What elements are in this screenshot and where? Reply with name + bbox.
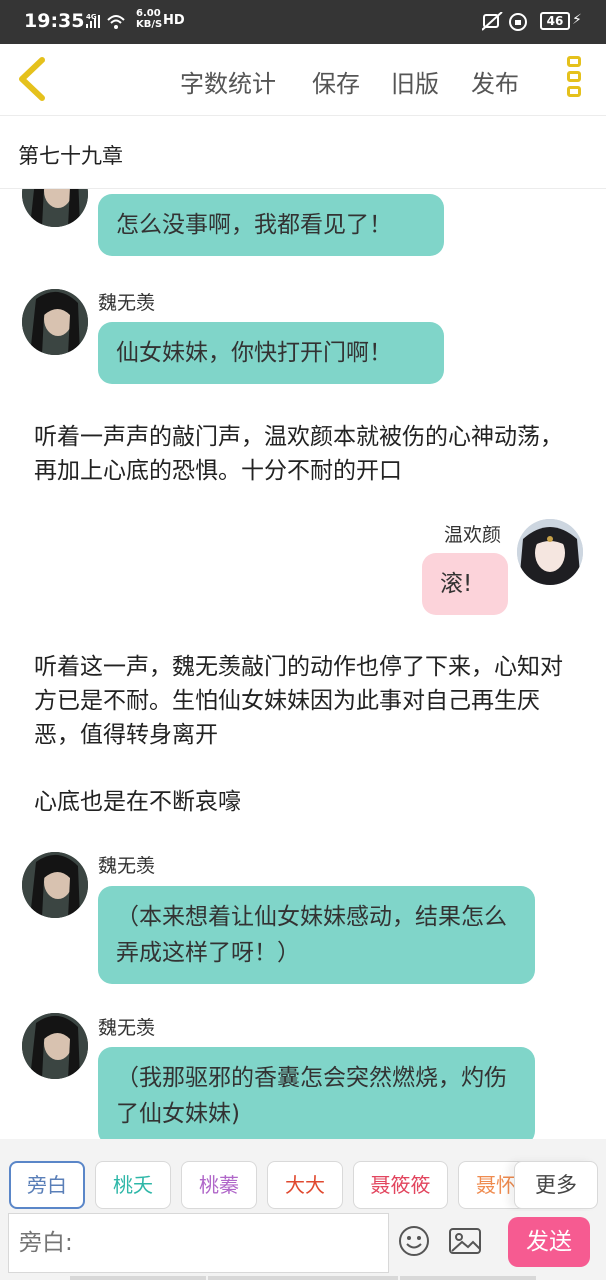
- publish-button[interactable]: 发布: [471, 64, 519, 99]
- editor-toolbar: 字数统计 保存 旧版 发布: [0, 44, 606, 116]
- emoji-icon[interactable]: [398, 1225, 430, 1257]
- speed-value: 6.00: [136, 8, 161, 19]
- save-button[interactable]: 保存: [312, 64, 360, 99]
- status-icons: [481, 11, 538, 36]
- input-bar: 发送: [0, 1211, 606, 1280]
- message-bubble[interactable]: （我那驱邪的香囊怎会突然燃烧，灼伤了仙女妹妹): [98, 1047, 535, 1139]
- keyboard-handle: [208, 1276, 398, 1280]
- role-tag[interactable]: 桃夭: [95, 1161, 171, 1209]
- chapter-header: 第七十九章: [0, 116, 606, 189]
- old-version-button[interactable]: 旧版: [391, 64, 439, 99]
- message-input[interactable]: [8, 1213, 389, 1273]
- avatar-male[interactable]: [22, 852, 88, 918]
- role-tag[interactable]: 大大: [267, 1161, 343, 1209]
- charging-icon: ⚡: [572, 12, 582, 28]
- role-tag[interactable]: 聂筱筱: [353, 1161, 448, 1209]
- speaker-name: 魏无羡: [98, 1017, 156, 1039]
- keyboard-handle: [400, 1276, 536, 1280]
- speaker-name: 魏无羡: [98, 855, 156, 877]
- role-tag-bar: 旁白 桃夭 桃蓁 大大 聂筱筱 聂怀 更多: [0, 1139, 606, 1211]
- keyboard-handle: [70, 1276, 206, 1280]
- role-tag-narrator[interactable]: 旁白: [9, 1161, 85, 1209]
- more-roles-button[interactable]: 更多: [514, 1161, 598, 1209]
- narration-text[interactable]: 听着这一声，魏无羡敲门的动作也停了下来，心知对方已是不耐。生怕仙女妹妹因为此事对…: [34, 650, 574, 752]
- back-arrow-icon[interactable]: [14, 56, 54, 102]
- speed-unit: KB/S: [136, 19, 163, 30]
- send-button[interactable]: 发送: [508, 1217, 590, 1267]
- signal-icon: 4G: [86, 12, 130, 34]
- more-vertical-icon[interactable]: [564, 56, 584, 104]
- chapter-title[interactable]: 第七十九章: [18, 140, 123, 170]
- network-speed: 6.00 KB/S: [136, 8, 162, 30]
- narration-text[interactable]: 心底也是在不断哀嚎: [34, 785, 574, 819]
- avatar-male[interactable]: [22, 1013, 88, 1079]
- avatar-male[interactable]: [22, 189, 88, 227]
- speaker-name: 温欢颜: [444, 524, 502, 546]
- avatar-female[interactable]: [517, 519, 583, 585]
- hd-label: HD: [163, 13, 185, 28]
- status-time: 19:35: [24, 10, 85, 32]
- speaker-name: 魏无羡: [98, 292, 156, 314]
- image-icon[interactable]: [448, 1225, 482, 1257]
- message-bubble[interactable]: 滚!: [422, 553, 508, 615]
- battery-icon: 46: [540, 12, 570, 30]
- narration-text[interactable]: 听着一声声的敲门声，温欢颜本就被伤的心神动荡，再加上心底的恐惧。十分不耐的开口: [34, 420, 574, 488]
- message-bubble[interactable]: 怎么没事啊，我都看见了！: [98, 194, 444, 256]
- status-bar: 19:35 4G 6.00 KB/S HD 46 ⚡: [0, 0, 606, 44]
- message-bubble[interactable]: （本来想着让仙女妹妹感动，结果怎么弄成这样了呀！）: [98, 886, 535, 984]
- avatar-male[interactable]: [22, 289, 88, 355]
- role-tag[interactable]: 桃蓁: [181, 1161, 257, 1209]
- word-count-button[interactable]: 字数统计: [180, 64, 276, 99]
- message-bubble[interactable]: 仙女妹妹，你快打开门啊！: [98, 322, 444, 384]
- story-content[interactable]: 怎么没事啊，我都看见了！ 魏无羡 仙女妹妹，你快打开门啊！ 听着一声声的敲门声，…: [0, 189, 606, 1139]
